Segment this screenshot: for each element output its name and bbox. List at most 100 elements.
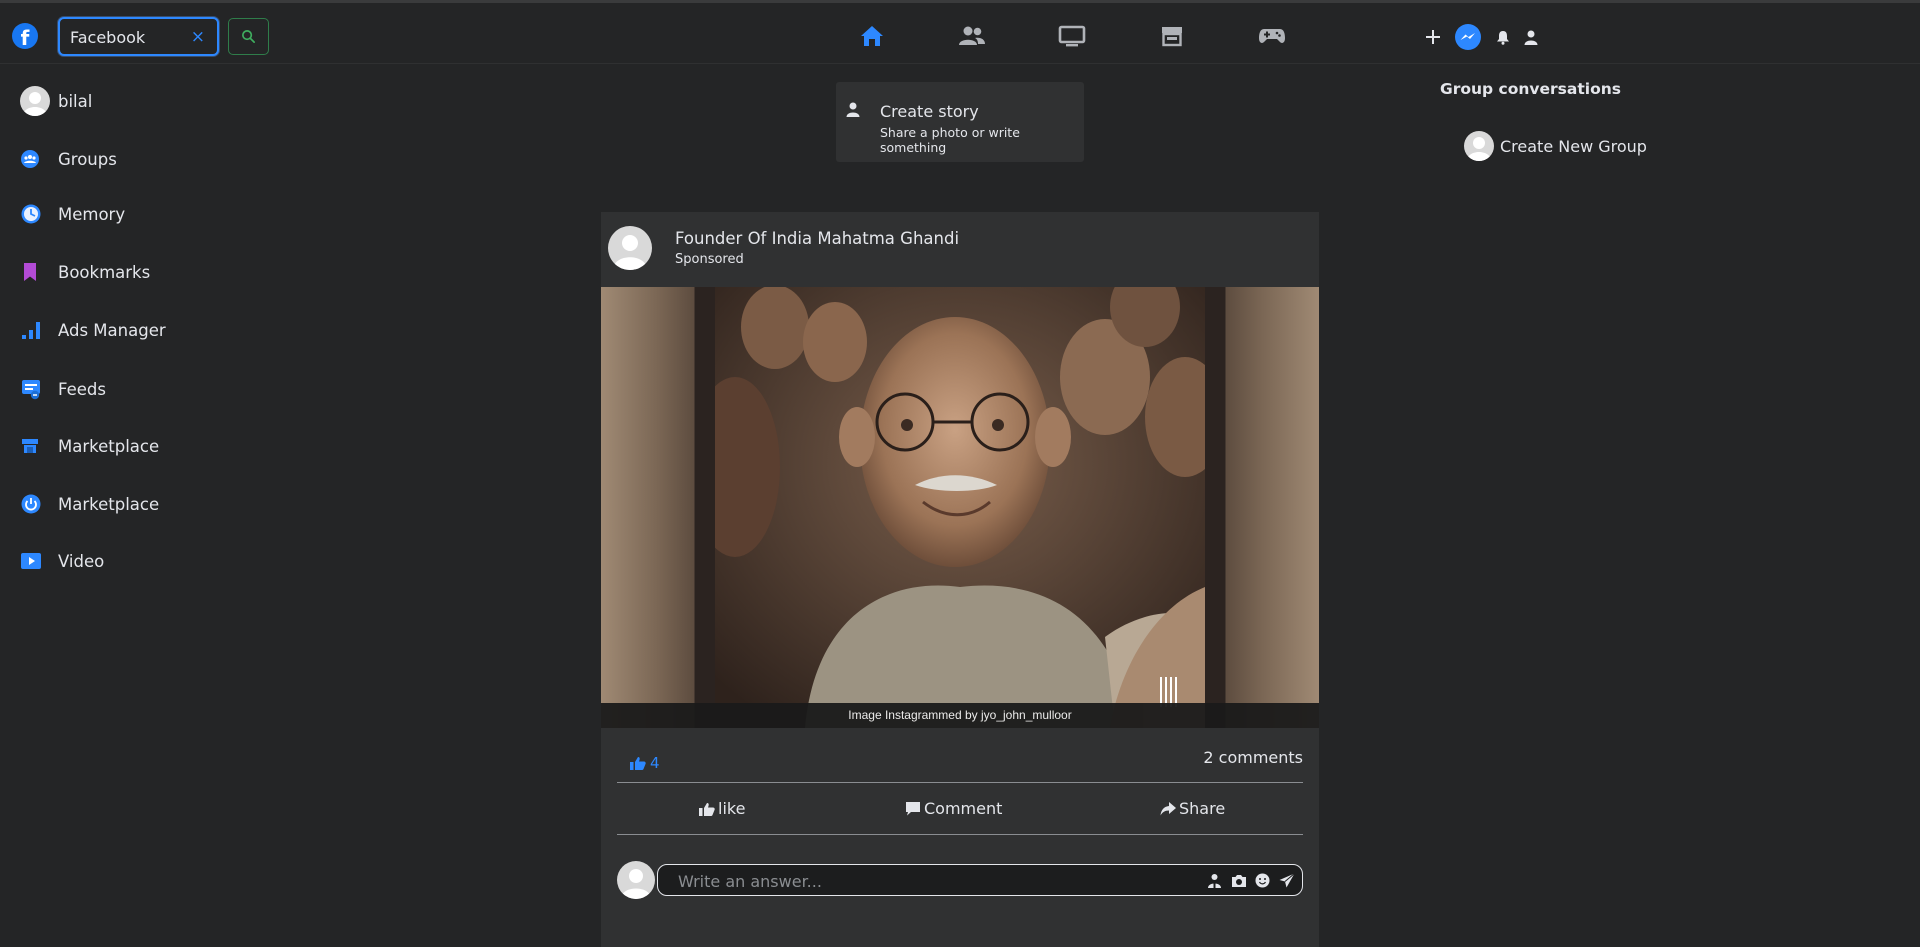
sidebar-item-label: Marketplace bbox=[58, 494, 160, 514]
avatar bbox=[1464, 131, 1494, 161]
sidebar-item-label: Marketplace bbox=[58, 436, 160, 456]
sidebar-icon-wrap bbox=[20, 203, 58, 225]
sidebar-icon-wrap bbox=[20, 261, 58, 283]
post-actions: like Comment Share bbox=[617, 783, 1303, 834]
comment-input[interactable] bbox=[678, 870, 1178, 892]
like-count-value: 4 bbox=[650, 754, 660, 772]
comment-icon bbox=[906, 802, 920, 816]
sidebar-item-marketplace-2[interactable]: Marketplace bbox=[20, 484, 159, 524]
messenger-button[interactable] bbox=[1452, 21, 1484, 53]
plus-icon bbox=[1426, 30, 1440, 44]
image-caption: Image Instagrammed by jyo_john_mulloor bbox=[601, 703, 1319, 728]
search-icon bbox=[242, 30, 255, 43]
comment-field[interactable] bbox=[657, 864, 1303, 896]
avatar bbox=[617, 861, 655, 899]
sidebar-item-feeds[interactable]: Feeds bbox=[20, 369, 106, 409]
nav-gaming[interactable] bbox=[1222, 17, 1322, 55]
smiley-icon bbox=[1255, 873, 1270, 888]
create-story-card[interactable]: Create story Share a photo or write some… bbox=[836, 82, 1084, 162]
sidebar-icon-wrap bbox=[20, 493, 58, 515]
send-icon bbox=[1279, 873, 1295, 888]
sidebar-icon-wrap bbox=[20, 436, 58, 456]
ads-manager-icon bbox=[22, 322, 40, 339]
nav-marketplace[interactable] bbox=[1122, 17, 1222, 55]
create-new-group-label: Create New Group bbox=[1500, 136, 1647, 156]
bookmark-icon bbox=[24, 263, 36, 281]
search-field[interactable]: × bbox=[58, 17, 219, 56]
main-nav bbox=[822, 17, 1322, 55]
sidebar-item-profile[interactable]: bilal bbox=[20, 81, 92, 121]
thumbs-up-icon bbox=[630, 757, 646, 770]
home-icon bbox=[861, 26, 883, 46]
post-stats: 4 2 comments bbox=[617, 740, 1303, 784]
comment-button[interactable]: Comment bbox=[905, 783, 1002, 834]
sidebar-icon-wrap bbox=[20, 86, 58, 116]
search-input[interactable] bbox=[70, 26, 190, 48]
sidebar-item-marketplace[interactable]: Marketplace bbox=[20, 426, 159, 466]
messenger-icon bbox=[1455, 24, 1481, 50]
emoji-button[interactable] bbox=[1253, 871, 1272, 890]
sidebar-item-label: Memory bbox=[58, 204, 126, 224]
tag-people-button[interactable] bbox=[1205, 871, 1224, 890]
create-story-subtitle: Share a photo or write something bbox=[880, 125, 1020, 155]
avatar bbox=[20, 86, 50, 116]
comments-count[interactable]: 2 comments bbox=[1203, 748, 1303, 767]
sidebar-item-label: Feeds bbox=[58, 379, 106, 399]
nav-home[interactable] bbox=[822, 17, 922, 55]
like-label: like bbox=[718, 799, 746, 818]
post-image[interactable]: Image Instagrammed by jyo_john_mulloor bbox=[601, 287, 1319, 728]
create-button[interactable] bbox=[1417, 21, 1449, 53]
sponsored-label: Sponsored bbox=[675, 252, 744, 267]
post-photo bbox=[715, 287, 1205, 728]
video-icon bbox=[21, 553, 41, 569]
create-story-title: Create story bbox=[880, 102, 979, 121]
share-icon bbox=[1160, 801, 1176, 815]
marketplace-icon bbox=[22, 439, 38, 453]
post-header: Founder Of India Mahatma Ghandi Sponsore… bbox=[601, 212, 1319, 287]
nav-friends[interactable] bbox=[922, 17, 1022, 55]
composer-tools bbox=[1205, 871, 1296, 890]
divider bbox=[617, 834, 1303, 835]
facebook-logo[interactable]: f bbox=[12, 23, 38, 49]
memory-icon bbox=[21, 204, 41, 224]
nav-watch[interactable] bbox=[1022, 17, 1122, 55]
feeds-icon bbox=[22, 380, 40, 400]
thumbs-up-icon bbox=[699, 802, 715, 816]
marketplace-icon bbox=[1162, 27, 1182, 47]
post-author-name[interactable]: Founder Of India Mahatma Ghandi bbox=[675, 229, 959, 248]
search-button[interactable] bbox=[228, 18, 269, 55]
sidebar-item-video[interactable]: Video bbox=[20, 541, 104, 581]
sidebar-item-label: Video bbox=[58, 551, 105, 571]
sidebar-icon-wrap bbox=[20, 149, 58, 169]
search-clear-icon[interactable]: × bbox=[191, 27, 205, 47]
sidebar-item-ads-manager[interactable]: Ads Manager bbox=[20, 310, 166, 350]
bell-icon bbox=[1497, 30, 1509, 45]
group-conversations-title: Group conversations bbox=[1440, 80, 1621, 98]
person-icon bbox=[846, 102, 860, 121]
feed-post: Founder Of India Mahatma Ghandi Sponsore… bbox=[601, 212, 1319, 947]
share-button[interactable]: Share bbox=[1160, 783, 1225, 834]
camera-icon bbox=[1231, 874, 1246, 887]
sidebar-item-label: Groups bbox=[58, 149, 117, 169]
send-button[interactable] bbox=[1277, 871, 1296, 890]
sidebar-icon-wrap bbox=[20, 551, 58, 571]
sidebar-icon-wrap bbox=[20, 319, 58, 341]
watch-icon bbox=[1058, 25, 1086, 47]
comment-label: Comment bbox=[924, 799, 1003, 818]
sidebar-item-label: bilal bbox=[58, 91, 93, 111]
sidebar-item-label: Bookmarks bbox=[58, 262, 151, 282]
like-button[interactable]: like bbox=[699, 783, 745, 834]
sidebar-icon-wrap bbox=[20, 378, 58, 400]
friends-icon bbox=[959, 26, 985, 45]
create-new-group-button[interactable]: Create New Group bbox=[1464, 130, 1647, 162]
avatar[interactable] bbox=[608, 226, 652, 270]
share-label: Share bbox=[1179, 799, 1226, 818]
photo-button[interactable] bbox=[1229, 871, 1248, 890]
sidebar-item-bookmarks[interactable]: Bookmarks bbox=[20, 252, 150, 292]
sidebar-item-memory[interactable]: Memory bbox=[20, 194, 125, 234]
groups-icon bbox=[21, 150, 39, 168]
sidebar-item-groups[interactable]: Groups bbox=[20, 139, 117, 179]
top-navigation-bar: f × bbox=[0, 0, 1920, 64]
account-button[interactable] bbox=[1515, 21, 1547, 53]
like-count[interactable]: 4 bbox=[630, 754, 660, 772]
